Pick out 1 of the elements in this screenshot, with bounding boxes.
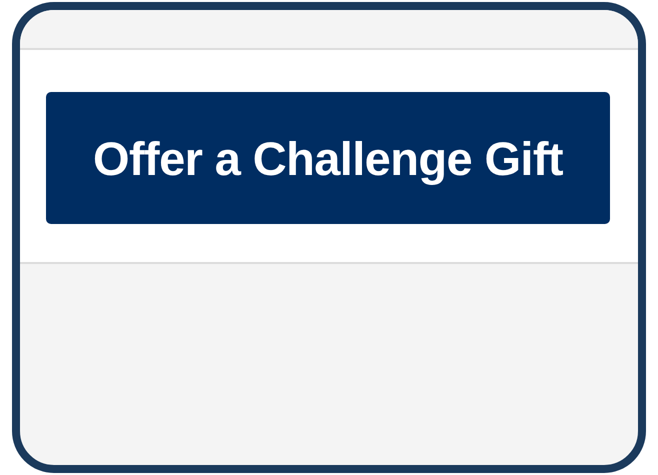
- offer-gift-button[interactable]: Offer a Challenge Gift: [46, 92, 610, 224]
